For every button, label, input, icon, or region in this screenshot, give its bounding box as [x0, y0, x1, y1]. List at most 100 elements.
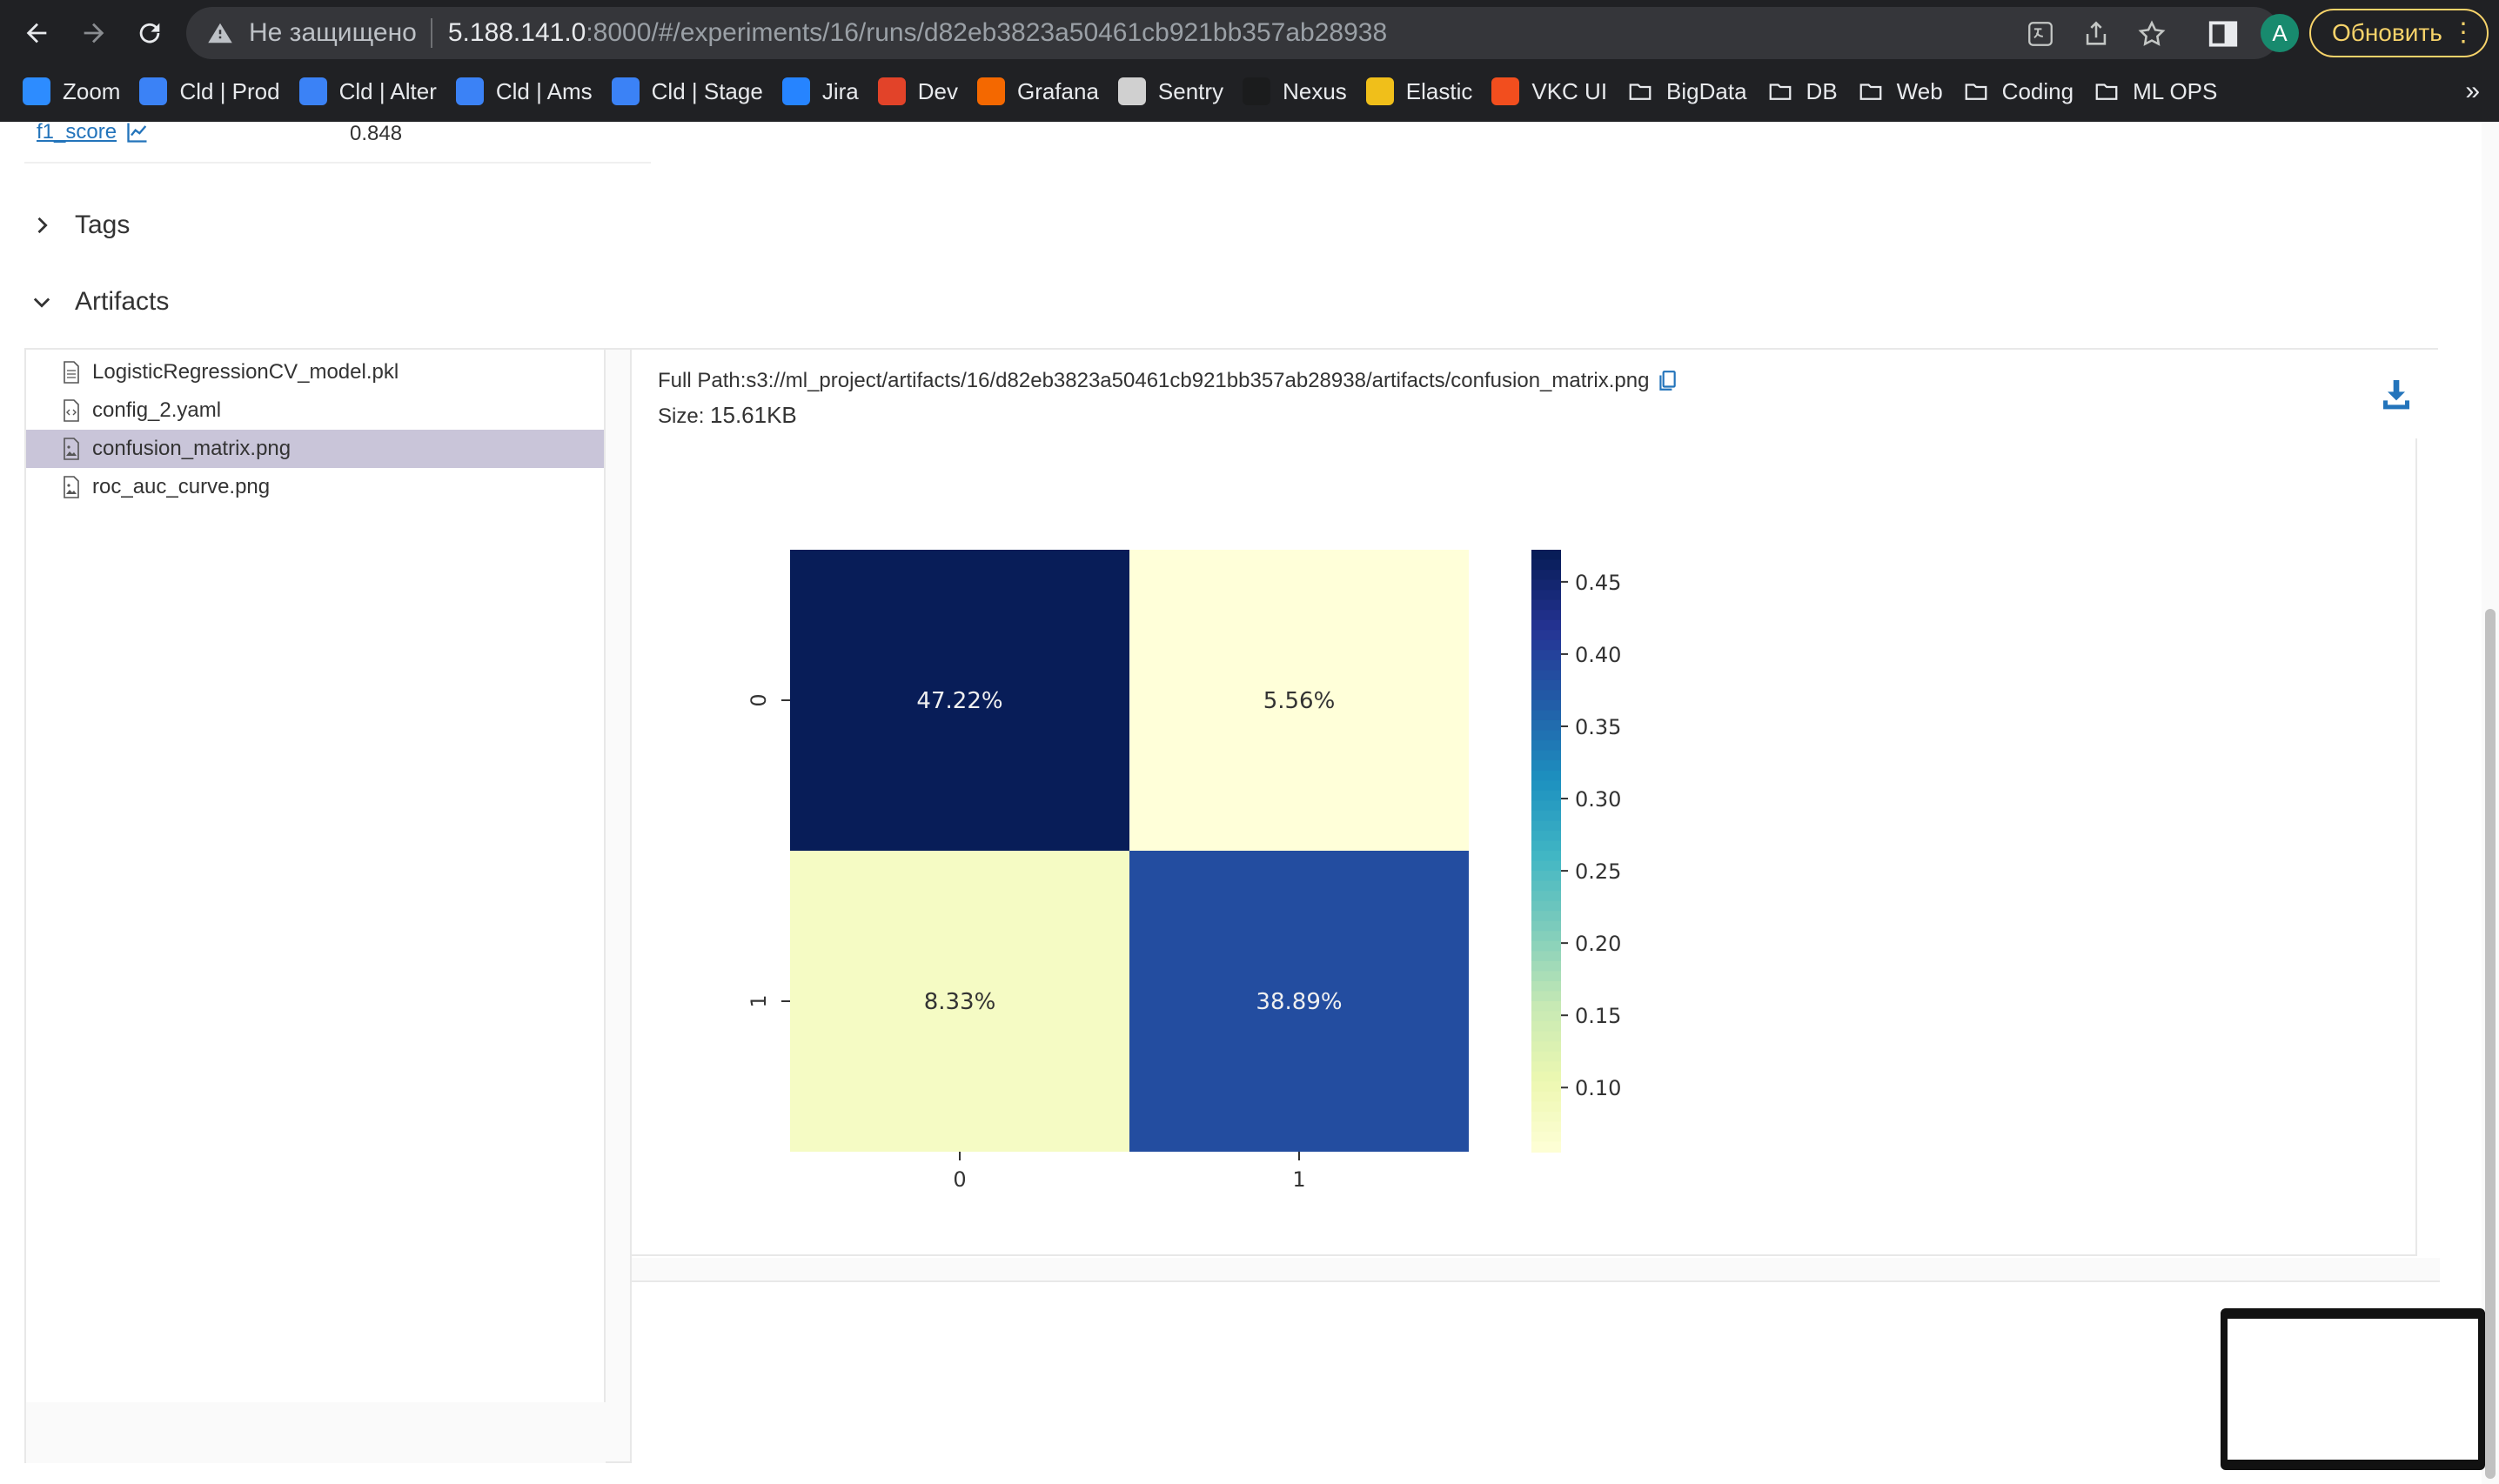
- colorbar-segment: [1531, 830, 1561, 842]
- colorbar-segment: [1531, 720, 1561, 732]
- bookmarks-more-button[interactable]: »: [2465, 77, 2480, 106]
- bookmark-ml-ops[interactable]: ML OPS: [2093, 77, 2217, 105]
- window-thumbnail[interactable]: [2221, 1308, 2485, 1470]
- colorbar-segment: [1531, 911, 1561, 922]
- forward-button[interactable]: [73, 12, 115, 54]
- bookmark-cld-ams[interactable]: Cld | Ams: [455, 77, 593, 105]
- colorbar-segment: [1531, 630, 1561, 641]
- size-line: Size: 15.61KB: [658, 402, 797, 429]
- full-path-label: Full Path:: [658, 369, 747, 392]
- grafana-icon: [976, 77, 1005, 105]
- artifacts-section-toggle[interactable]: Artifacts: [30, 287, 169, 317]
- bookmark-sentry[interactable]: Sentry: [1117, 77, 1223, 105]
- cell-value-label: 5.56%: [1263, 688, 1336, 714]
- copy-icon[interactable]: [1658, 370, 1677, 392]
- bookmark-db[interactable]: DB: [1766, 77, 1838, 105]
- bookmark-elastic[interactable]: Elastic: [1365, 77, 1473, 105]
- cube-icon: [139, 77, 168, 105]
- bookmark-dev[interactable]: Dev: [877, 77, 958, 105]
- bookmark-label: ML OPS: [2133, 77, 2218, 104]
- scrollbar-thumb[interactable]: [2485, 609, 2496, 1479]
- bookmark-web[interactable]: Web: [1857, 77, 1943, 105]
- translate-icon[interactable]: [2024, 17, 2057, 50]
- bookmark-cld-stage[interactable]: Cld | Stage: [611, 77, 763, 105]
- more-vert-icon[interactable]: ⋮: [2450, 19, 2476, 47]
- colorbar-segment: [1531, 1011, 1561, 1023]
- colorbar-segment: [1531, 570, 1561, 581]
- colorbar-segment: [1531, 1021, 1561, 1033]
- sentry-icon: [1117, 77, 1146, 105]
- bookmark-label: Elastic: [1405, 77, 1473, 104]
- colorbar-tick-label: 0.30: [1575, 787, 1621, 812]
- artifacts-section-title: Artifacts: [75, 287, 170, 316]
- artifact-file-name: config_2.yaml: [92, 398, 222, 422]
- update-button-label: Обновить: [2332, 19, 2442, 46]
- colorbar-tick-label: 0.45: [1575, 571, 1621, 595]
- line-chart-icon[interactable]: [125, 120, 150, 144]
- arrow-right-icon: [84, 23, 104, 43]
- download-icon[interactable]: [2379, 376, 2414, 411]
- colorbar-segment: [1531, 1131, 1561, 1143]
- reload-button[interactable]: [129, 12, 171, 54]
- colorbar-segment: [1531, 991, 1561, 1002]
- bookmark-star-icon[interactable]: [2135, 17, 2168, 50]
- bookmark-label: VKC UI: [1531, 77, 1608, 104]
- cell-value-label: 8.33%: [924, 989, 996, 1015]
- artifact-file-item[interactable]: confusion_matrix.png: [26, 430, 604, 468]
- file-tree-footer: [26, 1402, 606, 1463]
- tags-section-toggle[interactable]: Tags: [30, 211, 130, 240]
- colorbar-segment: [1531, 790, 1561, 802]
- cube-icon: [298, 77, 327, 105]
- colorbar-segment: [1531, 1031, 1561, 1043]
- bookmark-label: Coding: [2001, 77, 2074, 104]
- colorbar-segment: [1531, 670, 1561, 681]
- url-path: :8000/#/experiments/16/runs/d82eb3823a50…: [586, 18, 1388, 47]
- side-panel-icon[interactable]: [2207, 17, 2240, 50]
- bookmark-label: BigData: [1666, 77, 1747, 104]
- bookmark-vkc-ui[interactable]: VKC UI: [1491, 77, 1607, 105]
- bookmark-bigdata[interactable]: BigData: [1626, 77, 1747, 105]
- artifact-file-item[interactable]: config_2.yaml: [26, 391, 604, 430]
- colorbar-segment: [1531, 1071, 1561, 1083]
- share-icon[interactable]: [2080, 17, 2113, 50]
- bookmark-jira[interactable]: Jira: [781, 77, 859, 105]
- artifact-file-name: LogisticRegressionCV_model.pkl: [92, 360, 399, 384]
- size-value: 15.61KB: [710, 402, 797, 428]
- cell-value-label: 47.22%: [916, 688, 1002, 714]
- bookmark-cld-prod[interactable]: Cld | Prod: [139, 77, 280, 105]
- colorbar-segment: [1531, 800, 1561, 812]
- address-bar[interactable]: Не защищено 5.188.141.0:8000/#/experimen…: [186, 7, 2280, 59]
- colorbar-segment: [1531, 710, 1561, 722]
- arrow-left-icon: [26, 23, 47, 43]
- artifact-file-name: confusion_matrix.png: [92, 437, 291, 460]
- artifacts-panel: LogisticRegressionCV_model.pkl config_2.y…: [24, 348, 2440, 1463]
- bookmark-grafana[interactable]: Grafana: [976, 77, 1099, 105]
- bookmark-label: Cld | Ams: [495, 77, 593, 104]
- colorbar-segment: [1531, 931, 1561, 942]
- bookmark-nexus[interactable]: Nexus: [1243, 77, 1347, 105]
- bookmark-coding[interactable]: Coding: [1962, 77, 2074, 105]
- full-path: Full Path: s3://ml_project/artifacts/16/d…: [658, 369, 1677, 393]
- colorbar-segment: [1531, 960, 1561, 973]
- colorbar-segment: [1531, 780, 1561, 792]
- reload-icon: [139, 23, 160, 43]
- bookmark-label: Zoom: [63, 77, 121, 104]
- image-preview: 47.22% 5.56% 8.33% 38.89% 0 1 0 1 0.45 0.40 0.35 0.…: [632, 438, 2417, 1256]
- bookmark-cld-alter[interactable]: Cld | Alter: [298, 77, 437, 105]
- x-tick-label: 0: [953, 1167, 966, 1192]
- colorbar-segment: [1531, 730, 1561, 742]
- colorbar-segment: [1531, 920, 1561, 933]
- metric-name-link[interactable]: f1_score: [37, 120, 117, 144]
- colorbar-tick-label: 0.40: [1575, 643, 1621, 667]
- update-browser-button[interactable]: Обновить ⋮: [2309, 9, 2489, 57]
- bookmark-zoom[interactable]: Zoom: [23, 77, 120, 105]
- artifact-file-item[interactable]: roc_auc_curve.png: [26, 468, 604, 506]
- artifact-file-name: roc_auc_curve.png: [92, 475, 271, 498]
- url-host: 5.188.141.0: [447, 18, 586, 47]
- colorbar-segment: [1531, 1051, 1561, 1063]
- folder-icon: [1857, 77, 1885, 105]
- artifact-file-item[interactable]: LogisticRegressionCV_model.pkl: [26, 353, 604, 391]
- colorbar-tick-label: 0.35: [1575, 715, 1621, 739]
- back-button[interactable]: [16, 12, 57, 54]
- profile-avatar[interactable]: A: [2261, 14, 2299, 52]
